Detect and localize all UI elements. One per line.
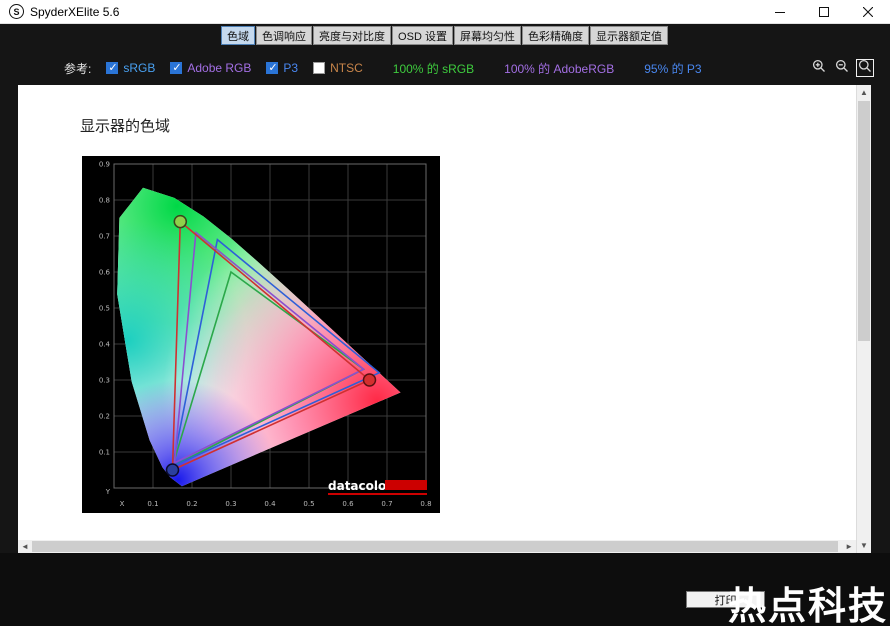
reference-name-2: P3 [283, 61, 299, 75]
minimize-button[interactable] [758, 0, 802, 23]
svg-text:0.4: 0.4 [264, 500, 276, 508]
svg-text:0.7: 0.7 [381, 500, 392, 508]
scroll-up-icon[interactable]: ▲ [860, 86, 868, 99]
svg-text:0.2: 0.2 [99, 413, 110, 421]
scroll-left-icon[interactable]: ◄ [21, 540, 29, 553]
reference-checkbox-group: sRGB Adobe RGB P3 NTSC [91, 61, 363, 75]
reference-item-2: P3 [266, 61, 298, 75]
maximize-button[interactable] [802, 0, 846, 23]
svg-text:0.4: 0.4 [99, 341, 111, 349]
checkbox-1[interactable] [170, 61, 183, 74]
svg-text:0.6: 0.6 [99, 269, 111, 277]
bottom-bar: 打印 热点科技 [0, 553, 890, 626]
zoom-out-button[interactable] [833, 59, 851, 77]
svg-text:Y: Y [105, 488, 111, 496]
window-title: SpyderXElite 5.6 [30, 4, 120, 19]
svg-text:0.5: 0.5 [303, 500, 314, 508]
checkbox-2[interactable] [266, 61, 279, 74]
gamut-result-0: 100% 的 sRGB [392, 61, 475, 76]
svg-text:0.6: 0.6 [342, 500, 354, 508]
tab-6[interactable]: 显示器额定值 [589, 26, 668, 45]
app-logo-icon: S [9, 4, 24, 19]
gamut-result-1: 100% 的 AdobeRGB [504, 61, 615, 76]
reference-name-1: Adobe RGB [187, 61, 252, 75]
content-area: 显示器的色域 0.1 0.2 0.3 0.4 0.5 0.6 0.7 0.8 0.9 Y X 0.1 0… [18, 85, 871, 553]
reference-name-3: NTSC [330, 61, 363, 75]
reference-item-3: NTSC [313, 61, 363, 75]
tab-4[interactable]: 屏幕均匀性 [453, 26, 521, 45]
vertical-scrollbar-thumb[interactable] [858, 101, 870, 341]
magnifier-icon [857, 58, 873, 79]
checkbox-3[interactable] [313, 62, 326, 74]
horizontal-scrollbar[interactable]: ◄ ► [18, 540, 856, 553]
reference-name-0: sRGB [123, 61, 156, 75]
svg-text:0.3: 0.3 [225, 500, 236, 508]
watermark-text: 热点科技 [727, 586, 888, 626]
zoom-button-group [810, 59, 874, 77]
svg-text:0.5: 0.5 [99, 305, 110, 313]
gamut-results: 100% 的 sRGB 100% 的 AdobeRGB 95% 的 P3 [363, 60, 702, 77]
svg-text:0.8: 0.8 [99, 197, 110, 205]
reference-toolbar: 参考: sRGBAdobe RGBP3NTSC 100% 的 sRGB100% … [0, 55, 890, 81]
magnifier-minus-icon [834, 58, 850, 79]
page-title: 显示器的色域 [80, 118, 171, 135]
tab-2[interactable]: 亮度与对比度 [313, 26, 392, 45]
tab-5[interactable]: 色彩精确度 [521, 26, 589, 45]
reference-label: 参考: [64, 61, 92, 76]
gamut-result-2: 95% 的 P3 [644, 61, 702, 76]
scroll-down-icon[interactable]: ▼ [860, 539, 868, 552]
svg-text:X: X [120, 500, 125, 508]
svg-text:0.3: 0.3 [99, 377, 110, 385]
title-bar: S SpyderXElite 5.6 [0, 0, 890, 24]
tab-1[interactable]: 色调响应 [256, 26, 313, 45]
tab-3[interactable]: OSD 设置 [392, 26, 453, 45]
tab-bar: 色域 色调响应 亮度与对比度 OSD 设置 屏幕均匀性 色彩精确度 显示器额定值 [0, 26, 890, 45]
zoom-in-button[interactable] [810, 59, 828, 77]
scroll-right-icon[interactable]: ► [845, 540, 853, 553]
zoom-select-button[interactable] [856, 59, 874, 77]
checkbox-0[interactable] [106, 61, 119, 74]
horizontal-scrollbar-thumb[interactable] [32, 541, 838, 552]
svg-text:0.2: 0.2 [186, 500, 197, 508]
app-window: S SpyderXElite 5.6 色域 色调响应 亮度与对比度 OSD 设置 屏幕均… [0, 0, 890, 626]
svg-text:datacolor: datacolor [328, 479, 392, 493]
svg-text:0.9: 0.9 [99, 161, 110, 169]
reference-item-0: sRGB [106, 61, 155, 75]
close-button[interactable] [846, 0, 890, 23]
svg-text:0.7: 0.7 [99, 233, 110, 241]
cie-chromaticity-chart: 0.1 0.2 0.3 0.4 0.5 0.6 0.7 0.8 0.9 Y X 0.1 0.2 0.3 0.… [82, 156, 440, 513]
vertical-scrollbar[interactable]: ▲ ▼ [856, 85, 871, 553]
window-controls [758, 0, 890, 23]
tab-0[interactable]: 色域 [221, 26, 256, 45]
svg-text:0.8: 0.8 [420, 500, 431, 508]
reference-item-1: Adobe RGB [170, 61, 251, 75]
svg-text:0.1: 0.1 [99, 449, 110, 457]
svg-text:0.1: 0.1 [147, 500, 158, 508]
magnifier-plus-icon [811, 58, 827, 79]
report-panel: 显示器的色域 0.1 0.2 0.3 0.4 0.5 0.6 0.7 0.8 0.9 Y X 0.1 0… [18, 85, 856, 540]
